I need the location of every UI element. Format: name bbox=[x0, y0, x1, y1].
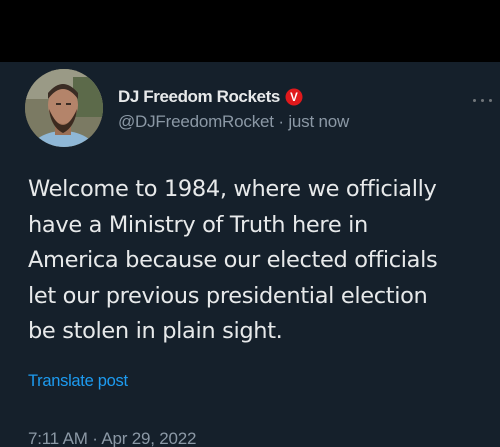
top-black-bar bbox=[0, 0, 500, 62]
more-options-icon[interactable] bbox=[471, 96, 495, 106]
display-name[interactable]: DJ Freedom Rockets bbox=[118, 87, 280, 107]
tweet-line: have a Ministry of Truth here in bbox=[28, 211, 368, 238]
handle-row: @DJFreedomRocket · just now bbox=[118, 112, 349, 132]
handle-separator: · bbox=[278, 112, 284, 131]
verified-badge-icon: V bbox=[285, 88, 303, 106]
author-name-row[interactable]: DJ Freedom Rockets V bbox=[118, 86, 303, 108]
post-time[interactable]: 7:11 AM bbox=[28, 429, 88, 447]
post-card: DJ Freedom Rockets V @DJFreedomRocket · … bbox=[0, 62, 500, 447]
tweet-line: be stolen in plain sight. bbox=[28, 318, 283, 344]
post-timestamp: 7:11 AM · Apr 29, 2022 bbox=[28, 429, 196, 447]
avatar[interactable] bbox=[25, 69, 103, 147]
tweet-line: America because our elected officials bbox=[28, 247, 438, 273]
tweet-line: let our previous presidential election bbox=[28, 282, 428, 309]
translate-post-link[interactable]: Translate post bbox=[28, 372, 128, 391]
tweet-line: Welcome to 1984, where we officially bbox=[28, 176, 437, 202]
author-handle[interactable]: @DJFreedomRocket bbox=[118, 112, 274, 131]
tweet-text: Welcome to 1984, where we officially hav… bbox=[28, 172, 488, 350]
post-date[interactable]: Apr 29, 2022 bbox=[101, 429, 196, 447]
timestamp-separator: · bbox=[92, 429, 98, 447]
avatar-photo-icon bbox=[25, 69, 103, 147]
relative-time[interactable]: just now bbox=[288, 112, 349, 131]
badge-letter: V bbox=[290, 92, 298, 104]
